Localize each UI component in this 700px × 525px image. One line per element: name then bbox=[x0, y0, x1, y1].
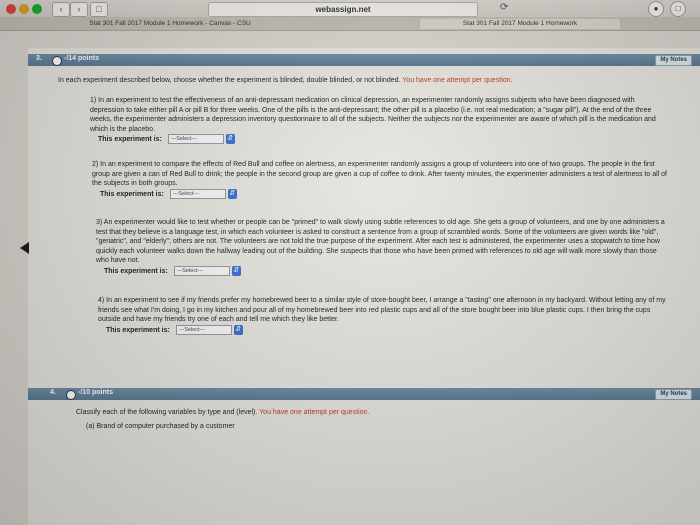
mouse-pointer-icon bbox=[20, 242, 29, 254]
item-4-label: This experiment is: bbox=[106, 326, 170, 334]
item-2-select[interactable]: ---Select--- ⇵ bbox=[169, 188, 237, 199]
attempt-note: You have one attempt per question. bbox=[402, 77, 513, 84]
select-value: ---Select--- bbox=[172, 190, 200, 197]
question-number: 3. bbox=[36, 55, 42, 62]
item-3-text: 3) An experimenter would like to test wh… bbox=[96, 219, 665, 264]
page-content: 3. -/14 points My Notes In each experime… bbox=[28, 48, 700, 525]
part-a: (a) Brand of computer purchased by a cus… bbox=[86, 423, 235, 430]
reload-icon[interactable]: ⟳ bbox=[500, 2, 508, 13]
question-points: -/14 points bbox=[64, 55, 100, 62]
back-button[interactable]: ‹ bbox=[52, 2, 70, 17]
item-1-select[interactable]: ---Select--- ⇵ bbox=[167, 134, 235, 144]
intro-text: Classify each of the following variables… bbox=[76, 409, 258, 416]
sidebar-toggle-icon[interactable]: □ bbox=[90, 2, 108, 17]
intro-text: In each experiment described below, choo… bbox=[58, 77, 401, 84]
dropdown-arrow-icon[interactable]: ⇵ bbox=[225, 134, 235, 144]
forward-button[interactable]: › bbox=[70, 2, 88, 17]
item-1-text: 1) In an experiment to test the effectiv… bbox=[90, 97, 656, 133]
my-notes-button[interactable]: My Notes bbox=[655, 55, 692, 66]
close-window-icon[interactable] bbox=[6, 4, 16, 14]
select-value: ---Select--- bbox=[170, 136, 198, 142]
item-1-label: This experiment is: bbox=[98, 135, 162, 143]
item-2-label: This experiment is: bbox=[100, 190, 164, 198]
question-4-intro: Classify each of the following variables… bbox=[76, 408, 676, 418]
question-4-header: 4. -/10 points My Notes bbox=[28, 388, 700, 400]
question-points: -/10 points bbox=[78, 389, 114, 396]
select-value: ---Select--- bbox=[176, 267, 204, 274]
item-3: 3) An experimenter would like to test wh… bbox=[96, 218, 668, 276]
minimize-window-icon[interactable] bbox=[19, 4, 29, 14]
status-icon bbox=[52, 56, 62, 66]
share-icon[interactable]: ● bbox=[648, 1, 664, 17]
question-3-intro: In each experiment described below, choo… bbox=[58, 76, 658, 86]
dropdown-arrow-icon[interactable]: ⇵ bbox=[227, 188, 237, 199]
item-4-text: 4) In an experiment to see if my friends… bbox=[98, 297, 666, 323]
tab-canvas[interactable]: Stat 301 Fall 2017 Module 1 Homework - C… bbox=[70, 19, 270, 29]
my-notes-button[interactable]: My Notes bbox=[655, 389, 692, 400]
attempt-note: You have one attempt per question. bbox=[259, 409, 370, 416]
address-bar[interactable]: webassign.net bbox=[208, 2, 478, 17]
item-3-select[interactable]: ---Select--- ⇵ bbox=[173, 265, 241, 276]
status-icon bbox=[66, 390, 76, 400]
tab-bar: Stat 301 Fall 2017 Module 1 Homework - C… bbox=[0, 17, 700, 30]
dropdown-arrow-icon[interactable]: ⇵ bbox=[233, 324, 243, 335]
item-2-text: 2) In an experiment to compare the effec… bbox=[92, 161, 667, 187]
select-value: ---Select--- bbox=[178, 326, 206, 333]
browser-toolbar: ‹ › □ webassign.net ⟳ ● □ Stat 301 Fall … bbox=[0, 0, 700, 31]
tab-webassign[interactable]: Stat 301 Fall 2017 Module 1 Homework bbox=[420, 19, 620, 29]
dropdown-arrow-icon[interactable]: ⇵ bbox=[231, 265, 241, 276]
question-3-header: 3. -/14 points My Notes bbox=[28, 54, 700, 66]
tabs-overview-icon[interactable]: □ bbox=[670, 1, 686, 17]
item-1: 1) In an experiment to test the effectiv… bbox=[90, 96, 668, 144]
item-4: 4) In an experiment to see if my friends… bbox=[98, 296, 672, 335]
item-2: 2) In an experiment to compare the effec… bbox=[92, 160, 668, 199]
item-3-label: This experiment is: bbox=[104, 267, 168, 275]
item-4-select[interactable]: ---Select--- ⇵ bbox=[175, 324, 243, 335]
screen: ‹ › □ webassign.net ⟳ ● □ Stat 301 Fall … bbox=[0, 0, 700, 525]
question-number: 4. bbox=[50, 389, 56, 396]
maximize-window-icon[interactable] bbox=[32, 4, 42, 14]
